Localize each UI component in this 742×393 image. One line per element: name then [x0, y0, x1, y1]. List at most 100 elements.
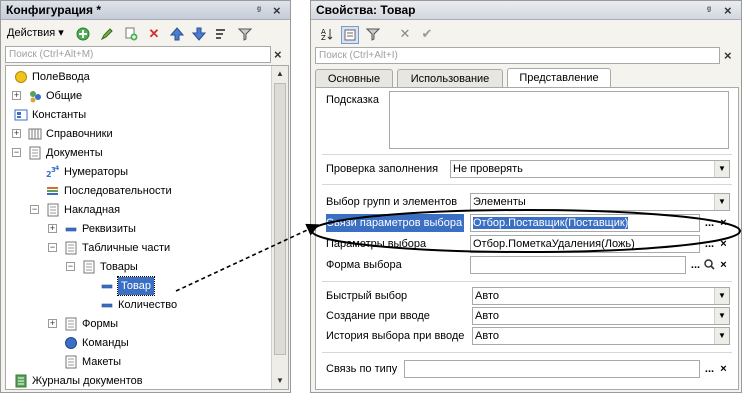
move-down-icon[interactable]	[191, 26, 207, 42]
fill-check-label: Проверка заполнения	[326, 163, 439, 175]
tree-item[interactable]: Количество	[6, 296, 272, 314]
filter-icon[interactable]	[237, 26, 253, 42]
tab-usage[interactable]: Использование	[397, 69, 503, 88]
tree-item-label: Формы	[82, 318, 119, 330]
properties-toolbar: AZ ✕ ✔	[311, 23, 741, 47]
close-icon[interactable]: ×	[724, 1, 732, 20]
expand-icon[interactable]: +	[48, 224, 57, 233]
tree-item-label: Макеты	[82, 356, 122, 368]
type-link-field[interactable]	[404, 360, 700, 378]
collapse-icon[interactable]: −	[12, 148, 21, 157]
params-clear-button[interactable]: ×	[716, 235, 731, 253]
copy-icon[interactable]	[123, 26, 139, 42]
create-on-input-select[interactable]: Авто ▼	[472, 307, 730, 325]
tree-item[interactable]: ПолеВвода	[6, 68, 272, 86]
tree-item[interactable]: Товар	[6, 276, 272, 296]
type-link-label: Связь по типу	[326, 363, 398, 375]
add-icon[interactable]	[75, 26, 91, 42]
edit-icon[interactable]	[99, 26, 115, 42]
create-on-input-label: Создание при вводе	[326, 310, 430, 322]
fill-check-select[interactable]: Не проверять ▼	[450, 160, 730, 178]
tree-item[interactable]: Макеты	[6, 353, 272, 371]
tree-item[interactable]: Последовательности	[6, 182, 272, 200]
chevron-down-icon[interactable]: ▼	[714, 288, 729, 304]
tab-presentation[interactable]: Представление	[507, 68, 611, 88]
tree-item[interactable]: Константы	[6, 106, 272, 124]
svg-text:4: 4	[55, 165, 59, 172]
properties-panel: Свойства: Товар ᵍ × AZ ✕ ✔ Поиск (Ctrl+A…	[310, 0, 742, 393]
pin-icon[interactable]: ᵍ	[257, 1, 261, 20]
links-ellipsis-button[interactable]: ...	[702, 214, 717, 232]
collapse-icon[interactable]: −	[66, 262, 75, 271]
search-clear-icon[interactable]: ×	[274, 45, 282, 64]
form-select-field[interactable]	[470, 256, 686, 274]
tree-scrollbar[interactable]: ▲ ▼	[271, 66, 288, 389]
chevron-down-icon[interactable]: ▼	[714, 328, 729, 344]
tree-item[interactable]: − Табличные части	[6, 239, 272, 257]
tree-item[interactable]: − Товары	[6, 258, 272, 276]
params-field[interactable]: Отбор.ПометкаУдаления(Ложь)	[470, 235, 700, 253]
tree-item[interactable]: + Общие	[6, 87, 272, 105]
tree-item[interactable]: + Формы	[6, 315, 272, 333]
cancel-icon[interactable]: ✕	[397, 26, 413, 42]
chevron-down-icon[interactable]: ▼	[714, 308, 729, 324]
sort-az-icon[interactable]: AZ	[319, 26, 335, 42]
tree-item[interactable]: Команды	[6, 334, 272, 352]
search-icon[interactable]	[702, 256, 717, 274]
sort-icon[interactable]	[214, 26, 230, 42]
tree-item-label: Реквизиты	[82, 223, 136, 235]
tree-item-label: ПолеВвода	[32, 71, 90, 83]
filter-icon[interactable]	[365, 26, 381, 42]
expand-icon[interactable]: +	[12, 129, 21, 138]
fill-check-value: Не проверять	[453, 163, 523, 175]
create-on-input-value: Авто	[475, 310, 499, 322]
tree-item[interactable]: + Реквизиты	[6, 220, 272, 238]
history-label: История выбора при вводе	[326, 330, 465, 342]
choose-groups-select[interactable]: Элементы ▼	[470, 193, 730, 211]
configuration-toolbar: Действия ▾ ✕	[1, 22, 290, 46]
form-ellipsis-button[interactable]: ...	[688, 256, 703, 274]
properties-title: Свойства: Товар	[316, 3, 416, 17]
type-link-clear-button[interactable]: ×	[716, 360, 731, 378]
links-field[interactable]: Отбор.Поставщик(Поставщик)	[470, 214, 700, 232]
collapse-icon[interactable]: −	[30, 205, 39, 214]
properties-search-input[interactable]: Поиск (Ctrl+Alt+I)	[315, 47, 720, 64]
documents-icon	[28, 146, 42, 160]
scroll-thumb[interactable]	[274, 83, 286, 355]
pin-icon[interactable]: ᵍ	[707, 1, 711, 20]
actions-menu[interactable]: Действия ▾	[7, 26, 64, 39]
move-up-icon[interactable]	[169, 26, 185, 42]
close-icon[interactable]: ×	[273, 1, 281, 20]
expand-icon[interactable]: +	[48, 319, 57, 328]
configuration-search-input[interactable]: Поиск (Ctrl+Alt+M)	[5, 46, 271, 63]
search-clear-icon[interactable]: ×	[724, 46, 732, 65]
type-link-ellipsis-button[interactable]: ...	[702, 360, 717, 378]
apply-icon[interactable]: ✔	[419, 26, 435, 42]
delete-icon[interactable]: ✕	[146, 26, 162, 42]
scroll-down-icon[interactable]: ▼	[272, 373, 288, 389]
categories-icon[interactable]	[341, 26, 359, 44]
tab-main[interactable]: Основные	[315, 69, 393, 88]
tree-item[interactable]: Журналы документов	[6, 372, 272, 389]
chevron-down-icon[interactable]: ▼	[714, 194, 729, 210]
links-clear-button[interactable]: ×	[716, 214, 731, 232]
tree-item[interactable]: − Накладная	[6, 201, 272, 219]
params-ellipsis-button[interactable]: ...	[702, 235, 717, 253]
tree-item-label: Команды	[82, 337, 129, 349]
scroll-up-icon[interactable]: ▲	[272, 66, 288, 82]
history-select[interactable]: Авто ▼	[472, 327, 730, 345]
quick-select[interactable]: Авто ▼	[472, 287, 730, 305]
expand-icon[interactable]: +	[12, 91, 21, 100]
collapse-icon[interactable]: −	[48, 243, 57, 252]
attribute-icon	[100, 298, 114, 312]
forms-icon	[64, 317, 78, 331]
hint-textarea[interactable]	[389, 91, 729, 149]
tree-item[interactable]: + Справочники	[6, 125, 272, 143]
properties-form: Подсказка Проверка заполнения Не проверя…	[315, 87, 739, 390]
tree-item[interactable]: − Документы	[6, 144, 272, 162]
form-clear-button[interactable]: ×	[716, 256, 731, 274]
tree-item[interactable]: 2 3 4 Нумераторы	[6, 163, 272, 181]
chevron-down-icon[interactable]: ▼	[714, 161, 729, 177]
divider	[322, 281, 732, 282]
tree-item-label: Товар	[117, 276, 155, 296]
